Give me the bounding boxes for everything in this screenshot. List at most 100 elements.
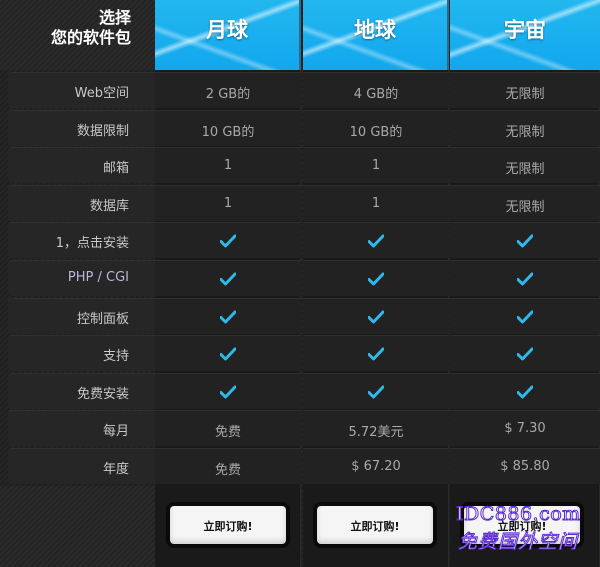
row-label: 数据库 bbox=[89, 198, 129, 214]
check-icon bbox=[368, 310, 384, 324]
cell-value: 免费 bbox=[214, 425, 241, 441]
cell-value: 无限制 bbox=[505, 199, 545, 215]
table-cell bbox=[450, 335, 600, 372]
table-cell bbox=[303, 297, 449, 334]
row-label: 邮箱 bbox=[102, 161, 129, 177]
watermark: IDC886.com 免费国外空间 bbox=[454, 503, 600, 563]
table-row: Web空间 2 GB的 4 GB的 无限制 bbox=[0, 72, 600, 109]
cell-value: $ 7.30 bbox=[504, 421, 546, 437]
plan-name: 地球 bbox=[354, 18, 396, 42]
cell-value: 10 GB的 bbox=[349, 124, 403, 140]
check-icon bbox=[517, 385, 533, 399]
plan-name: 宇宙 bbox=[504, 18, 546, 42]
cell-value: 无限制 bbox=[505, 87, 545, 102]
cell-value: $ 85.80 bbox=[500, 459, 550, 474]
cell-value: 1 bbox=[223, 158, 233, 174]
plan-header-moon: 月球 bbox=[155, 0, 301, 70]
table-row: 控制面板 bbox=[0, 297, 600, 335]
page-title: 选择 您的软件包 bbox=[50, 8, 131, 47]
table-cell: 1 bbox=[155, 184, 301, 221]
table-cell: 10 GB的 bbox=[303, 109, 449, 146]
table-cell: $ 67.20 bbox=[303, 448, 449, 484]
plan-name: 月球 bbox=[206, 18, 248, 42]
cell-value: 10 GB的 bbox=[201, 124, 255, 140]
row-label: 数据限制 bbox=[76, 123, 129, 139]
cell-value: 无限制 bbox=[505, 124, 545, 140]
row-label: 每月 bbox=[102, 424, 129, 440]
row-label: 1，点击安装 bbox=[55, 236, 129, 252]
table-cell bbox=[155, 372, 301, 409]
table-cell: 免费 bbox=[155, 410, 301, 447]
row-label: 控制面板 bbox=[76, 311, 129, 327]
row-label-cell: PHP / CGI bbox=[8, 260, 155, 296]
table-cell: 5.72美元 bbox=[303, 410, 449, 447]
order-button-earth[interactable]: 立即订购! bbox=[317, 506, 433, 544]
row-label: Web空间 bbox=[74, 86, 129, 101]
plan-header-earth: 地球 bbox=[303, 0, 449, 70]
table-row: 支持 bbox=[0, 335, 600, 372]
table-cell: 1 bbox=[303, 184, 449, 221]
check-icon bbox=[368, 272, 384, 286]
table-cell: 10 GB的 bbox=[155, 109, 301, 146]
table-cell bbox=[155, 260, 301, 296]
row-label-cell: 控制面板 bbox=[8, 297, 155, 334]
table-cell bbox=[303, 335, 449, 372]
check-icon bbox=[220, 385, 236, 399]
table-cell: 无限制 bbox=[450, 109, 600, 146]
footer-label-cell bbox=[0, 486, 155, 567]
table-row: 免费安装 bbox=[0, 372, 600, 410]
cell-value: 无限制 bbox=[505, 162, 545, 178]
table-cell: 1 bbox=[155, 147, 301, 184]
row-label-cell: 1，点击安装 bbox=[8, 222, 155, 259]
table-cell bbox=[450, 222, 600, 259]
order-button-label: 立即订购! bbox=[350, 520, 400, 533]
table-cell bbox=[303, 372, 449, 409]
row-label-cell: 年度 bbox=[8, 448, 155, 484]
table-cell: 无限制 bbox=[450, 72, 600, 108]
table-row: 每月 免费 5.72美元 $ 7.30 bbox=[0, 410, 600, 447]
row-label: 支持 bbox=[102, 349, 129, 365]
cell-value: 1 bbox=[371, 195, 381, 211]
check-icon bbox=[517, 310, 533, 324]
table-row: 数据库 1 1 无限制 bbox=[0, 184, 600, 222]
table-cell bbox=[450, 297, 600, 334]
check-icon bbox=[517, 347, 533, 361]
row-label-cell: 数据库 bbox=[8, 184, 155, 221]
check-icon bbox=[368, 347, 384, 361]
watermark-line1: IDC886.com bbox=[456, 503, 581, 526]
table-cell: 1 bbox=[303, 147, 449, 184]
header-label-cell: 选择 您的软件包 bbox=[0, 0, 155, 70]
table-cell bbox=[155, 335, 301, 372]
check-icon bbox=[517, 272, 533, 286]
order-button-moon[interactable]: 立即订购! bbox=[170, 506, 286, 544]
cell-value: 1 bbox=[223, 195, 233, 211]
row-label: 年度 bbox=[102, 462, 129, 477]
row-label-cell: Web空间 bbox=[8, 72, 155, 108]
table-cell: 免费 bbox=[155, 448, 301, 484]
row-label-cell: 支持 bbox=[8, 335, 155, 372]
table-cell bbox=[450, 260, 600, 296]
table-cell: 2 GB的 bbox=[155, 72, 301, 108]
check-icon bbox=[220, 234, 236, 248]
table-cell bbox=[155, 222, 301, 259]
table-cell: 4 GB的 bbox=[303, 72, 449, 108]
check-icon bbox=[517, 234, 533, 248]
table-cell bbox=[450, 372, 600, 409]
row-label-cell: 每月 bbox=[8, 410, 155, 447]
table-row: 数据限制 10 GB的 10 GB的 无限制 bbox=[0, 109, 600, 147]
check-icon bbox=[368, 385, 384, 399]
cell-value: 4 GB的 bbox=[353, 87, 399, 102]
pricing-table: 选择 您的软件包 月球 地球 宇宙 Web空间 2 GB的 4 GB的 无限制 数据限制… bbox=[0, 0, 600, 567]
row-label-cell: 邮箱 bbox=[8, 147, 155, 184]
check-icon bbox=[220, 272, 236, 286]
check-icon bbox=[220, 347, 236, 361]
table-row: 邮箱 1 1 无限制 bbox=[0, 147, 600, 184]
cell-value: 5.72美元 bbox=[348, 425, 404, 441]
table-cell: $ 85.80 bbox=[450, 448, 600, 484]
watermark-line2: 免费国外空间 bbox=[457, 531, 579, 554]
cell-value: $ 67.20 bbox=[351, 459, 401, 474]
cell-value: 1 bbox=[371, 158, 381, 174]
row-label: PHP / CGI bbox=[67, 270, 129, 285]
table-cell: 无限制 bbox=[450, 184, 600, 221]
cell-value: 免费 bbox=[214, 463, 241, 478]
